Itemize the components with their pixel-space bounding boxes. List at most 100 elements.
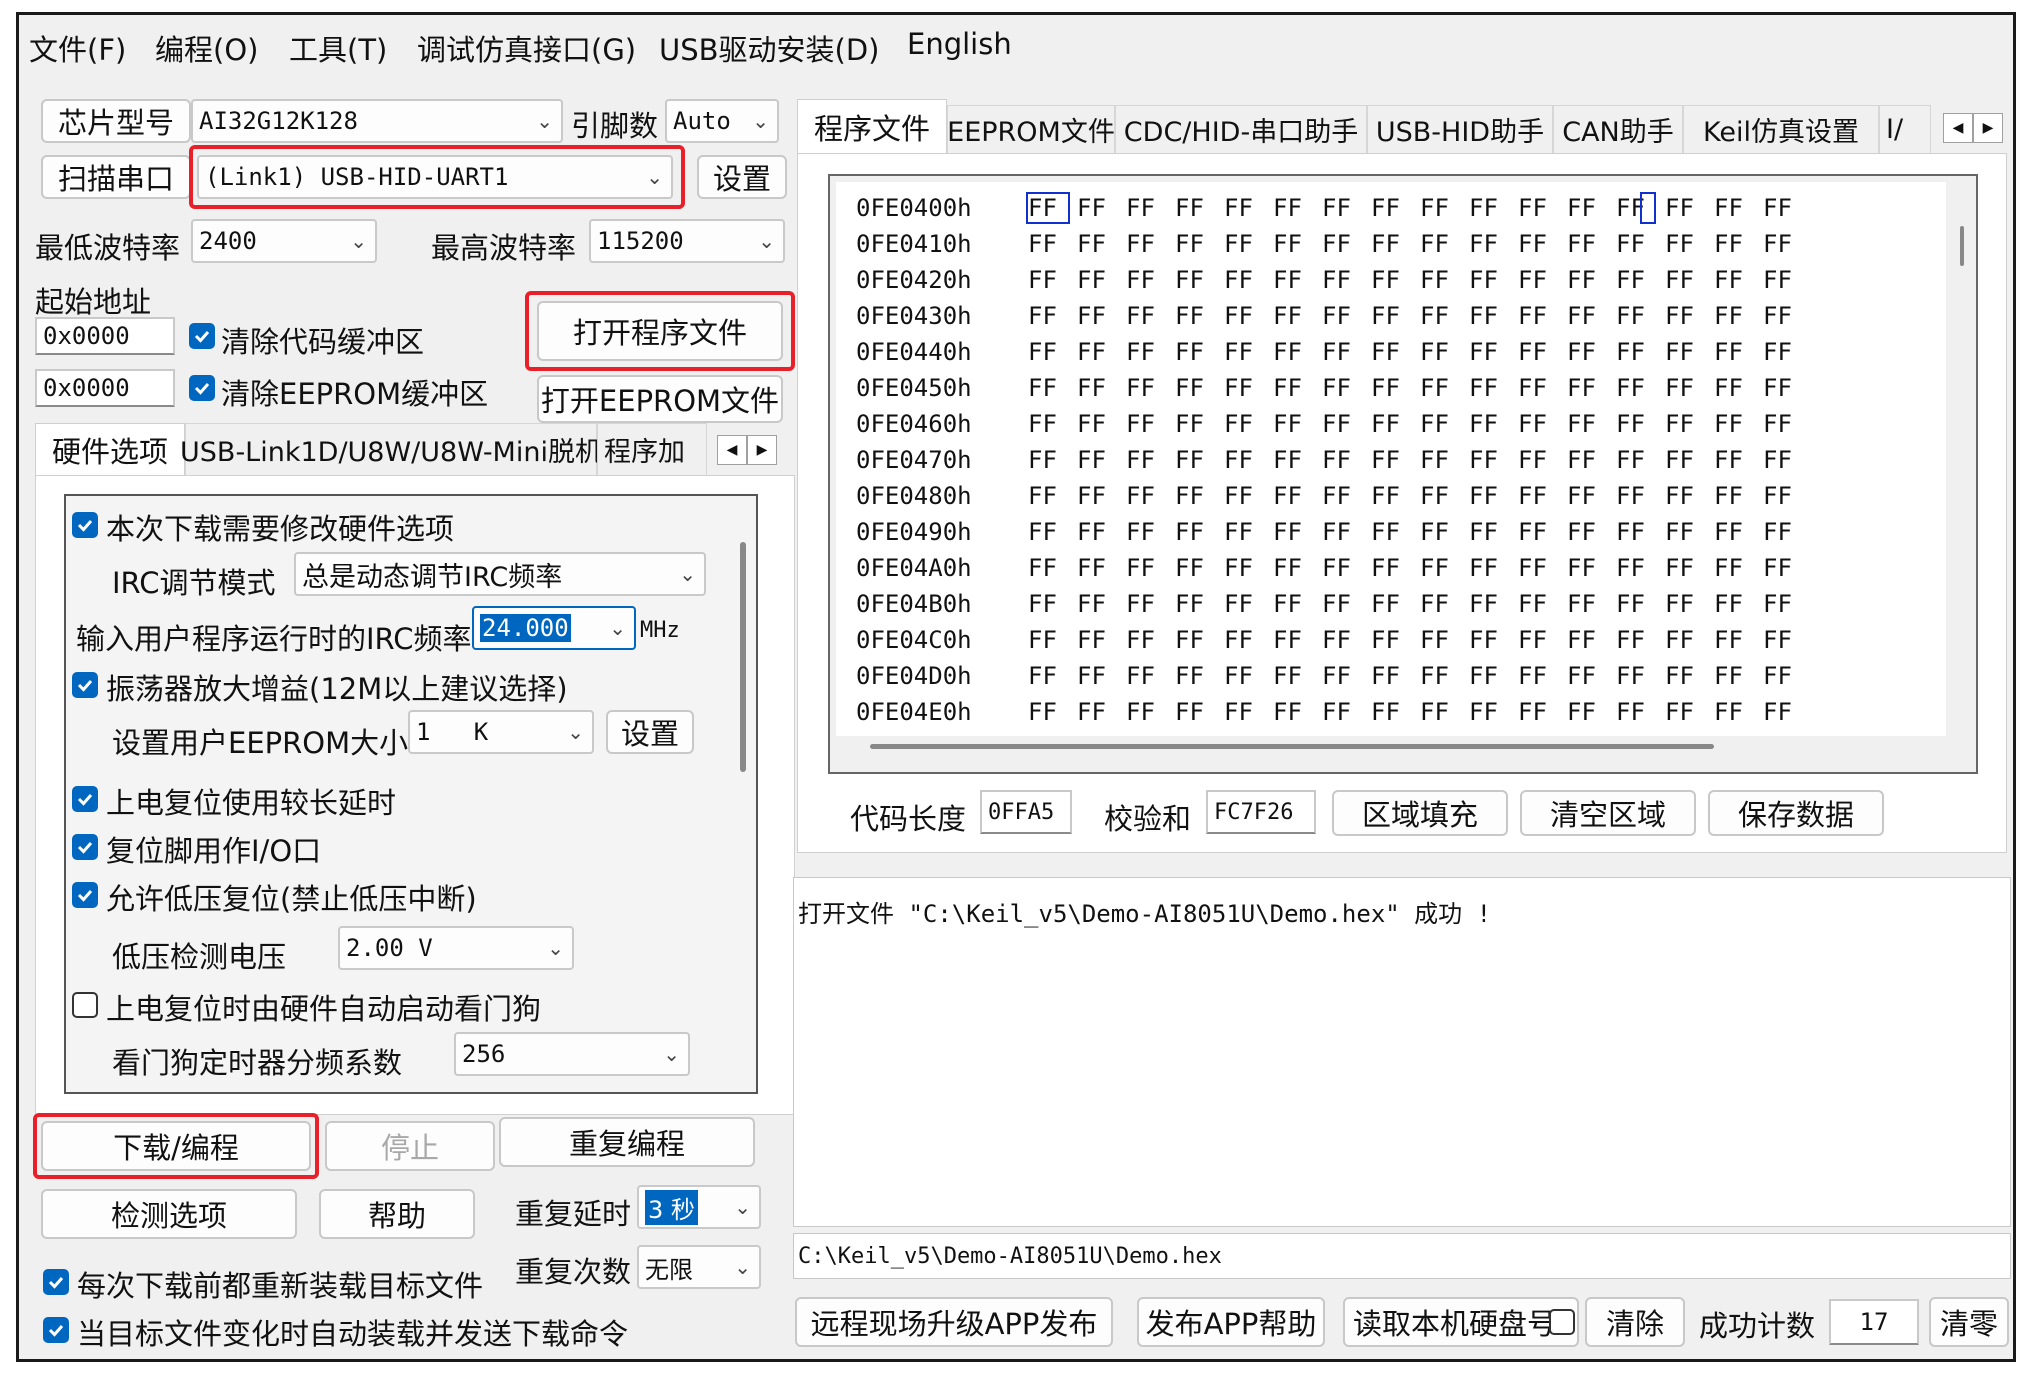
- hex-byte[interactable]: FF: [1567, 698, 1607, 726]
- hex-byte[interactable]: FF: [1371, 338, 1411, 366]
- hex-byte[interactable]: FF: [1518, 446, 1558, 474]
- hex-byte[interactable]: FF: [1714, 338, 1754, 366]
- hex-byte[interactable]: FF: [1273, 374, 1313, 402]
- hex-byte[interactable]: FF: [1322, 374, 1362, 402]
- hex-vscroll-thumb[interactable]: [1960, 226, 1964, 266]
- hex-byte[interactable]: FF: [1469, 230, 1509, 258]
- hex-byte[interactable]: FF: [1371, 230, 1411, 258]
- hex-byte[interactable]: FF: [1371, 518, 1411, 546]
- hex-byte[interactable]: FF: [1714, 590, 1754, 618]
- tab-can-assistant[interactable]: CAN助手: [1553, 105, 1683, 153]
- hex-byte[interactable]: FF: [1175, 338, 1215, 366]
- hex-byte[interactable]: FF: [1028, 482, 1068, 510]
- hex-byte[interactable]: FF: [1126, 302, 1166, 330]
- hex-byte[interactable]: FF: [1616, 698, 1656, 726]
- hex-byte[interactable]: FF: [1763, 662, 1803, 690]
- hex-byte[interactable]: FF: [1469, 194, 1509, 222]
- download-program-button[interactable]: 下载/编程: [41, 1121, 311, 1171]
- hex-byte[interactable]: FF: [1518, 482, 1558, 510]
- hex-byte[interactable]: FF: [1175, 482, 1215, 510]
- hex-byte[interactable]: FF: [1616, 446, 1656, 474]
- hex-byte[interactable]: FF: [1028, 374, 1068, 402]
- tab-usb-link-offline[interactable]: USB-Link1D/U8W/U8W-Mini脱机: [180, 423, 602, 475]
- irc-freq-select[interactable]: 24.000 ⌄: [472, 606, 636, 650]
- hex-byte[interactable]: FF: [1224, 230, 1264, 258]
- hex-byte[interactable]: FF: [1567, 374, 1607, 402]
- hex-byte[interactable]: FF: [1126, 446, 1166, 474]
- menu-program[interactable]: 编程(O): [155, 27, 258, 69]
- hex-byte[interactable]: FF: [1763, 626, 1803, 654]
- hex-byte[interactable]: FF: [1273, 698, 1313, 726]
- hex-byte[interactable]: FF: [1028, 554, 1068, 582]
- hex-byte[interactable]: FF: [1518, 554, 1558, 582]
- hex-byte[interactable]: FF: [1371, 302, 1411, 330]
- hex-byte[interactable]: FF: [1224, 518, 1264, 546]
- hex-byte[interactable]: FF: [1420, 230, 1460, 258]
- hex-byte[interactable]: FF: [1322, 698, 1362, 726]
- hex-byte[interactable]: FF: [1469, 590, 1509, 618]
- hex-byte[interactable]: FF: [1518, 626, 1558, 654]
- hex-byte[interactable]: FF: [1371, 698, 1411, 726]
- scan-port-button[interactable]: 扫描串口: [41, 155, 191, 199]
- hex-byte[interactable]: FF: [1273, 590, 1313, 618]
- hex-byte[interactable]: FF: [1028, 446, 1068, 474]
- tab-scroll-left-icon[interactable]: ◀: [717, 435, 747, 465]
- reset-pin-io-checkbox[interactable]: [72, 834, 98, 860]
- hex-byte[interactable]: FF: [1224, 626, 1264, 654]
- hex-byte[interactable]: FF: [1028, 626, 1068, 654]
- hex-byte[interactable]: FF: [1273, 302, 1313, 330]
- hex-byte[interactable]: FF: [1028, 518, 1068, 546]
- hex-byte[interactable]: FF: [1567, 482, 1607, 510]
- hex-byte[interactable]: FF: [1077, 446, 1117, 474]
- hex-byte[interactable]: FF: [1126, 554, 1166, 582]
- hex-byte[interactable]: FF: [1763, 446, 1803, 474]
- hex-byte[interactable]: FF: [1224, 410, 1264, 438]
- hex-byte[interactable]: FF: [1763, 338, 1803, 366]
- hex-byte[interactable]: FF: [1420, 266, 1460, 294]
- hex-byte[interactable]: FF: [1665, 590, 1705, 618]
- hex-byte[interactable]: FF: [1322, 518, 1362, 546]
- hex-byte[interactable]: FF: [1616, 410, 1656, 438]
- right-tab-scroll-right-icon[interactable]: ▶: [1973, 113, 2003, 143]
- hex-byte[interactable]: FF: [1567, 590, 1607, 618]
- area-fill-button[interactable]: 区域填充: [1332, 790, 1508, 836]
- watchdog-auto-checkbox[interactable]: [72, 992, 98, 1018]
- tab-program-encrypt[interactable]: 程序加: [597, 423, 707, 475]
- hex-byte[interactable]: FF: [1763, 266, 1803, 294]
- hex-byte[interactable]: FF: [1714, 698, 1754, 726]
- clear-log-button[interactable]: 清除: [1585, 1297, 1685, 1347]
- hex-byte[interactable]: FF: [1665, 338, 1705, 366]
- osc-gain-checkbox[interactable]: [72, 672, 98, 698]
- hex-byte[interactable]: FF: [1518, 374, 1558, 402]
- hex-byte[interactable]: FF: [1518, 302, 1558, 330]
- hex-byte[interactable]: FF: [1518, 698, 1558, 726]
- hex-byte[interactable]: FF: [1077, 374, 1117, 402]
- hex-byte[interactable]: FF: [1126, 518, 1166, 546]
- hex-byte[interactable]: FF: [1763, 518, 1803, 546]
- hex-byte[interactable]: FF: [1175, 410, 1215, 438]
- tab-usb-hid-assistant[interactable]: USB-HID助手: [1367, 105, 1553, 153]
- hex-byte[interactable]: FF: [1665, 626, 1705, 654]
- hex-byte[interactable]: FF: [1224, 302, 1264, 330]
- hex-byte[interactable]: FF: [1763, 302, 1803, 330]
- repeat-program-button[interactable]: 重复编程: [499, 1117, 755, 1167]
- hex-byte[interactable]: FF: [1616, 518, 1656, 546]
- clear-code-checkbox[interactable]: [189, 323, 215, 349]
- chip-model-select[interactable]: AI32G12K128 ⌄: [191, 99, 563, 143]
- hex-byte[interactable]: FF: [1665, 410, 1705, 438]
- hex-byte[interactable]: FF: [1126, 698, 1166, 726]
- hex-byte[interactable]: FF: [1322, 662, 1362, 690]
- hex-byte[interactable]: FF: [1077, 194, 1117, 222]
- hex-byte[interactable]: FF: [1273, 266, 1313, 294]
- hex-byte[interactable]: FF: [1567, 662, 1607, 690]
- hex-byte[interactable]: FF: [1175, 374, 1215, 402]
- repeat-delay-select[interactable]: 3 秒 ⌄: [637, 1185, 761, 1229]
- log-output[interactable]: 打开文件 "C:\Keil_v5\Demo-AI8051U\Demo.hex" …: [793, 877, 2011, 1227]
- hex-byte[interactable]: FF: [1567, 266, 1607, 294]
- open-program-file-button[interactable]: 打开程序文件: [537, 301, 783, 361]
- hex-byte[interactable]: FF: [1126, 374, 1166, 402]
- hex-byte[interactable]: FF: [1322, 338, 1362, 366]
- hex-byte[interactable]: FF: [1273, 662, 1313, 690]
- hex-byte[interactable]: FF: [1763, 554, 1803, 582]
- hex-byte[interactable]: FF: [1273, 482, 1313, 510]
